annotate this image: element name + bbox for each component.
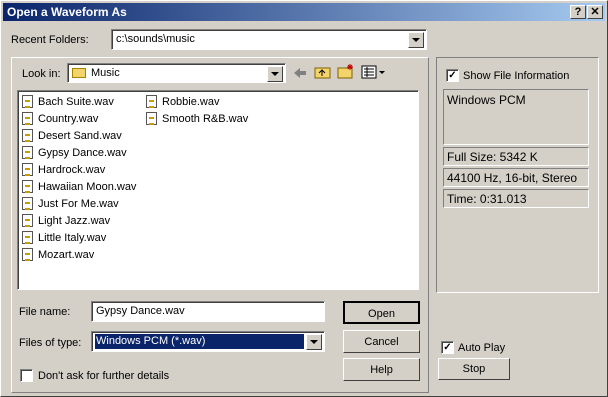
files-of-type-combo[interactable]: Windows PCM (*.wav) xyxy=(91,331,325,352)
wav-file-icon xyxy=(22,197,33,210)
file-name-text: Country.wav xyxy=(38,113,99,125)
look-in-value: Music xyxy=(91,67,120,79)
open-waveform-dialog: Open a Waveform As ? ✕ Recent Folders: c… xyxy=(0,0,608,397)
recent-folders-value: c:\sounds\music xyxy=(116,33,195,45)
dialog-title: Open a Waveform As xyxy=(7,5,127,19)
file-name-text: Gypsy Dance.wav xyxy=(38,147,127,159)
cancel-button-label: Cancel xyxy=(364,336,399,348)
wav-file-icon xyxy=(146,95,157,108)
help-button[interactable]: Help xyxy=(343,358,420,381)
file-list-item[interactable]: Bach Suite.wav xyxy=(20,94,136,111)
wav-file-icon xyxy=(22,248,33,261)
wav-file-icon xyxy=(22,231,33,244)
stop-button[interactable]: Stop xyxy=(438,358,510,380)
wav-file-icon xyxy=(146,112,157,125)
file-name-text: Desert Sand.wav xyxy=(38,130,122,142)
help-title-button[interactable]: ? xyxy=(570,5,586,19)
folder-icon xyxy=(72,68,86,78)
file-name-text: Bach Suite.wav xyxy=(38,96,114,108)
dont-ask-label: Don't ask for further details xyxy=(38,370,170,382)
file-list-item[interactable]: Hawaiian Moon.wav xyxy=(20,179,136,196)
open-button-label: Open xyxy=(368,308,395,320)
stop-button-label: Stop xyxy=(462,363,486,375)
wav-file-icon xyxy=(22,163,33,176)
file-name-label: File name: xyxy=(19,306,71,318)
look-in-combo[interactable]: Music xyxy=(67,63,286,83)
close-button[interactable]: ✕ xyxy=(587,5,603,19)
file-name-text: Light Jazz.wav xyxy=(38,215,111,227)
file-name-text: Hardrock.wav xyxy=(38,164,106,176)
file-list-item[interactable]: Light Jazz.wav xyxy=(20,213,136,230)
file-name-text: Mozart.wav xyxy=(38,249,95,261)
file-list-item[interactable]: Desert Sand.wav xyxy=(20,128,136,145)
file-list-item[interactable]: Just For Me.wav xyxy=(20,196,136,213)
new-folder-icon[interactable] xyxy=(337,63,355,80)
file-name-text: Just For Me.wav xyxy=(38,198,119,210)
file-name-text: Little Italy.wav xyxy=(38,232,107,244)
files-of-type-label: Files of type: xyxy=(19,337,82,349)
view-menu-icon[interactable] xyxy=(361,64,387,80)
file-list-column-1: Bach Suite.wav Country.wav Desert Sand.wav… xyxy=(20,94,136,264)
auto-play-label: Auto Play xyxy=(458,342,506,354)
wav-file-icon xyxy=(22,112,33,125)
file-list-item[interactable]: Little Italy.wav xyxy=(20,230,136,247)
wav-file-icon xyxy=(22,180,33,193)
files-of-type-value: Windows PCM (*.wav) xyxy=(96,335,206,347)
rate-text: 44100 Hz, 16-bit, Stereo xyxy=(447,171,578,185)
cancel-button[interactable]: Cancel xyxy=(343,330,420,353)
look-in-dropdown[interactable] xyxy=(267,66,283,82)
format-box: Windows PCM xyxy=(443,89,589,145)
recent-folders-dropdown[interactable] xyxy=(408,32,424,48)
file-name-text: Hawaiian Moon.wav xyxy=(38,181,137,193)
recent-folders-combo[interactable]: c:\sounds\music xyxy=(111,29,427,50)
file-list-item[interactable]: Country.wav xyxy=(20,111,136,128)
file-name-text: Robbie.wav xyxy=(162,96,220,108)
time-box: Time: 0:31.013 xyxy=(443,189,589,208)
look-in-label: Look in: xyxy=(22,68,61,80)
show-info-checkbox[interactable]: ✓ xyxy=(446,69,459,82)
wav-file-icon xyxy=(22,214,33,227)
size-box: Full Size: 5342 K xyxy=(443,147,589,166)
help-button-label: Help xyxy=(370,364,393,376)
file-list-item[interactable]: Mozart.wav xyxy=(20,247,136,264)
title-bar[interactable]: Open a Waveform As ? ✕ xyxy=(3,3,605,21)
file-list-item[interactable]: Smooth R&B.wav xyxy=(144,111,248,128)
recent-folders-label: Recent Folders: xyxy=(11,34,89,46)
file-list-item[interactable]: Gypsy Dance.wav xyxy=(20,145,136,162)
file-name-value: Gypsy Dance.wav xyxy=(96,305,185,317)
files-of-type-dropdown[interactable] xyxy=(306,334,322,350)
file-list-item[interactable]: Hardrock.wav xyxy=(20,162,136,179)
auto-play-checkbox[interactable]: ✓ xyxy=(441,341,454,354)
up-folder-icon[interactable] xyxy=(314,64,332,80)
back-arrow-icon[interactable] xyxy=(292,65,308,81)
open-button[interactable]: Open xyxy=(343,301,420,324)
format-text: Windows PCM xyxy=(447,93,526,107)
time-text: Time: 0:31.013 xyxy=(447,192,527,206)
wav-file-icon xyxy=(22,129,33,142)
file-list-column-2: Robbie.wav Smooth R&B.wav xyxy=(144,94,248,128)
file-list-item[interactable]: Robbie.wav xyxy=(144,94,248,111)
file-name-input[interactable]: Gypsy Dance.wav xyxy=(91,301,325,322)
file-list[interactable]: Bach Suite.wav Country.wav Desert Sand.wav… xyxy=(17,90,419,290)
rate-box: 44100 Hz, 16-bit, Stereo xyxy=(443,168,589,187)
show-info-label: Show File Information xyxy=(463,70,570,82)
dont-ask-checkbox[interactable] xyxy=(20,369,33,382)
file-name-text: Smooth R&B.wav xyxy=(162,113,249,125)
wav-file-icon xyxy=(22,95,33,108)
wav-file-icon xyxy=(22,146,33,159)
size-text: Full Size: 5342 K xyxy=(447,150,538,164)
